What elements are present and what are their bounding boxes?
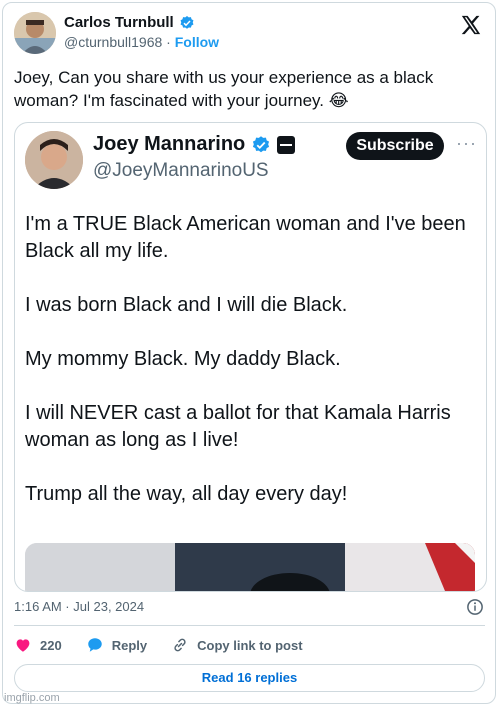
quoted-author-avatar[interactable] bbox=[25, 131, 83, 189]
copy-link-label: Copy link to post bbox=[197, 637, 303, 653]
quoted-display-name[interactable]: Joey Mannarino bbox=[93, 133, 245, 156]
footer-divider bbox=[14, 625, 485, 626]
quoted-media-image[interactable] bbox=[25, 543, 475, 591]
tweet-text: Joey, Can you share with us your experie… bbox=[14, 68, 434, 110]
reply-button[interactable]: Reply bbox=[86, 636, 147, 654]
subscribe-button[interactable]: Subscribe bbox=[346, 132, 444, 160]
quoted-avatar-image bbox=[25, 131, 83, 189]
follow-button[interactable]: Follow bbox=[175, 34, 219, 50]
post-timestamp[interactable]: 1:16 AM · Jul 23, 2024 bbox=[14, 599, 144, 614]
more-options-icon[interactable]: ··· bbox=[456, 133, 477, 154]
copy-link-button[interactable]: Copy link to post bbox=[171, 636, 303, 654]
author-sub-row: @cturnbull1968 · Follow bbox=[64, 34, 219, 50]
action-bar: 220 Reply Copy link to post bbox=[14, 636, 327, 654]
quoted-post-card[interactable]: Joey Mannarino @JoeyMannarinoUS Subscrib… bbox=[14, 122, 487, 592]
quoted-paragraph: I'm a TRUE Black American woman and I've… bbox=[25, 213, 466, 262]
quoted-verified-badge-icon bbox=[253, 135, 270, 152]
link-icon bbox=[174, 638, 186, 652]
author-display-name[interactable]: Carlos Turnbull bbox=[64, 14, 174, 31]
quoted-paragraph: My mommy Black. My daddy Black. bbox=[25, 348, 341, 370]
quoted-post-body: I'm a TRUE Black American woman and I've… bbox=[25, 211, 480, 535]
read-replies-button[interactable]: Read 16 replies bbox=[14, 664, 485, 692]
separator-dot: · bbox=[166, 34, 171, 50]
affiliation-badge-icon bbox=[277, 135, 296, 154]
reply-label: Reply bbox=[111, 637, 148, 653]
author-handle[interactable]: @cturnbull1968 bbox=[64, 34, 162, 50]
quoted-name-row: Joey Mannarino bbox=[93, 133, 296, 156]
media-thumbnail bbox=[25, 543, 475, 591]
like-button[interactable]: 220 bbox=[14, 636, 62, 654]
author-avatar-image bbox=[14, 12, 56, 54]
info-icon[interactable] bbox=[466, 598, 484, 616]
like-count: 220 bbox=[40, 637, 62, 653]
quoted-paragraph: I was born Black and I will die Black. bbox=[25, 294, 348, 316]
verified-badge-icon bbox=[180, 15, 194, 29]
x-logo-icon[interactable] bbox=[460, 14, 482, 36]
quoted-handle[interactable]: @JoeyMannarinoUS bbox=[93, 160, 269, 182]
imgflip-watermark: imgflip.com bbox=[4, 692, 60, 704]
reply-bubble-icon bbox=[87, 638, 102, 652]
quoted-paragraph: I will NEVER cast a ballot for that Kama… bbox=[25, 402, 451, 451]
heart-icon bbox=[16, 639, 30, 652]
author-avatar[interactable] bbox=[14, 12, 56, 54]
author-name-row: Carlos Turnbull bbox=[64, 14, 195, 31]
quoted-paragraph: Trump all the way, all day every day! bbox=[25, 483, 348, 505]
